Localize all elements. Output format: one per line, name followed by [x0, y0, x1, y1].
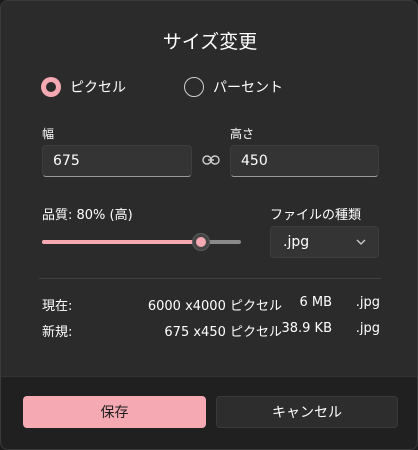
- cancel-button[interactable]: キャンセル: [216, 396, 398, 428]
- save-button[interactable]: 保存: [23, 396, 206, 428]
- resize-dialog: サイズ変更 ピクセル パーセント 幅 高さ 品質: 80% (高) ファイルの種…: [0, 0, 418, 450]
- file-type-selected: .jpg: [283, 234, 310, 250]
- info-current-key: 現在:: [42, 299, 73, 314]
- file-type-label: ファイルの種類: [270, 208, 362, 223]
- dialog-footer: 保存 キャンセル: [1, 376, 417, 449]
- quality-slider-fill: [42, 240, 202, 244]
- mode-radio-group: ピクセル パーセント: [41, 77, 283, 97]
- info-new-key: 新規:: [42, 325, 73, 340]
- radio-pixels-label[interactable]: ピクセル: [70, 77, 126, 97]
- info-row-current: 現在: 6000 x4000 ピクセル 6 MB .jpg: [42, 295, 380, 315]
- quality-slider[interactable]: [42, 233, 241, 251]
- radio-percent-label[interactable]: パーセント: [213, 77, 283, 97]
- info-current-dims: 6000 x4000 ピクセル: [147, 299, 282, 314]
- info-current-ext: .jpg: [355, 295, 380, 310]
- info-new-dims: 675 x450 ピクセル: [164, 325, 282, 340]
- link-icon[interactable]: [202, 153, 220, 167]
- height-label: 高さ: [230, 127, 255, 141]
- quality-slider-thumb[interactable]: [192, 233, 211, 251]
- radio-pixels[interactable]: ピクセル: [41, 77, 126, 97]
- info-current-size: 6 MB: [299, 295, 332, 310]
- width-label: 幅: [42, 127, 55, 141]
- divider: [39, 278, 381, 279]
- width-input[interactable]: [42, 145, 192, 177]
- height-input[interactable]: [230, 145, 379, 177]
- quality-label: 品質: 80% (高): [42, 208, 133, 223]
- dialog-title: サイズ変更: [162, 31, 258, 53]
- radio-percent-indicator[interactable]: [184, 77, 204, 97]
- info-new-ext: .jpg: [355, 321, 380, 336]
- file-type-dropdown[interactable]: .jpg: [270, 226, 379, 258]
- radio-pixels-indicator[interactable]: [41, 77, 61, 97]
- info-row-new: 新規: 675 x450 ピクセル 38.9 KB .jpg: [42, 321, 380, 341]
- radio-percent[interactable]: パーセント: [184, 77, 283, 97]
- chevron-down-icon: [356, 239, 366, 245]
- info-new-size: 38.9 KB: [281, 321, 332, 336]
